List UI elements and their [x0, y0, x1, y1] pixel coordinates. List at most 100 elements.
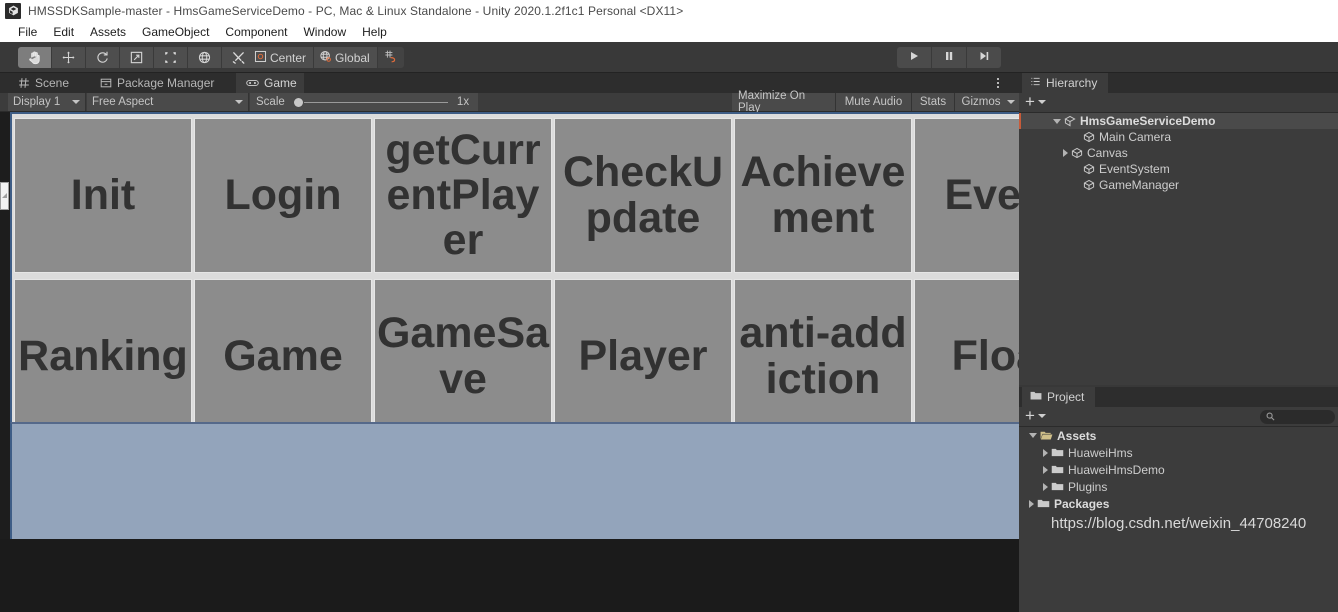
- gameobject-icon: [1083, 163, 1095, 175]
- game-button-checkupdate[interactable]: CheckUpdate: [554, 118, 732, 273]
- hierarchy-item-eventsystem[interactable]: EventSystem: [1019, 161, 1338, 177]
- hierarchy-list-icon: [1030, 76, 1041, 90]
- transform-tools-group: [18, 47, 255, 68]
- tab-project[interactable]: Project: [1022, 387, 1096, 407]
- hierarchy-item-label: HmsGameServiceDemo: [1080, 114, 1216, 128]
- project-item-plugins[interactable]: Plugins: [1019, 478, 1338, 495]
- project-tree[interactable]: Assets HuaweiHms HuaweiHmsDemo Plugins P…: [1019, 427, 1338, 612]
- game-view-scroll-handle[interactable]: [0, 182, 9, 210]
- transform-tool-button[interactable]: [188, 47, 222, 68]
- package-box-icon: [100, 77, 112, 89]
- pivot-center-icon: [254, 50, 267, 66]
- scale-value: 1x: [448, 93, 478, 111]
- chevron-down-icon: [1037, 99, 1046, 104]
- game-button-achievement[interactable]: Achievement: [734, 118, 912, 273]
- display-dropdown-label: Display 1: [13, 96, 61, 108]
- gameobject-icon: [1083, 131, 1095, 143]
- game-button-getcurrentplayer[interactable]: getCurrentPlayer: [374, 118, 552, 273]
- expand-triangle-icon[interactable]: [1029, 433, 1037, 438]
- expand-triangle-icon[interactable]: [1063, 149, 1068, 157]
- wrench-screwdriver-icon: [231, 50, 246, 65]
- move-tool-button[interactable]: [52, 47, 86, 68]
- hierarchy-item-hmsgameservicedemo[interactable]: HmsGameServiceDemo: [1019, 113, 1338, 129]
- menu-item-help[interactable]: Help: [354, 25, 395, 39]
- gizmos-dropdown-button[interactable]: [1003, 93, 1019, 111]
- game-button-anti-addiction[interactable]: anti-addiction: [734, 279, 912, 434]
- tab-hierarchy[interactable]: Hierarchy: [1022, 73, 1109, 93]
- grid-snap-button[interactable]: [377, 47, 404, 68]
- window-title: HMSSDKSample-master - HmsGameServiceDemo…: [28, 3, 684, 18]
- menu-item-window[interactable]: Window: [295, 25, 354, 39]
- menu-item-file[interactable]: File: [10, 25, 45, 39]
- pause-button[interactable]: [932, 47, 967, 68]
- play-button[interactable]: [897, 47, 932, 68]
- game-button-float[interactable]: Float: [914, 279, 1019, 434]
- project-item-label: Packages: [1054, 496, 1110, 511]
- game-canvas-bottom: [10, 422, 1019, 539]
- expand-triangle-icon[interactable]: [1043, 465, 1048, 474]
- expand-triangle-icon[interactable]: [1053, 118, 1061, 124]
- left-dock-tab-bar: Scene Package Manager Game: [0, 73, 1019, 93]
- game-button-gamesave[interactable]: GameSave: [374, 279, 552, 434]
- menu-item-gameobject[interactable]: GameObject: [134, 25, 217, 39]
- tab-package-manager[interactable]: Package Manager: [90, 73, 236, 93]
- demo-button-grid: Init Login getCurrentPlayer CheckUpdate …: [12, 114, 1019, 434]
- maximize-on-play-button[interactable]: Maximize On Play: [732, 90, 836, 114]
- project-search-input[interactable]: [1260, 410, 1335, 424]
- game-button-init[interactable]: Init: [14, 118, 192, 273]
- expand-triangle-icon[interactable]: [1029, 499, 1034, 508]
- menu-item-assets[interactable]: Assets: [82, 25, 134, 39]
- mute-audio-button[interactable]: Mute Audio: [836, 93, 912, 111]
- project-item-huaweihmsdemo[interactable]: HuaweiHmsDemo: [1019, 461, 1338, 478]
- hand-tool-button[interactable]: [18, 47, 52, 68]
- project-tab-bar: Project: [1019, 387, 1338, 407]
- game-button-player[interactable]: Player: [554, 279, 732, 434]
- title-bar: HMSSDKSample-master - HmsGameServiceDemo…: [0, 0, 1338, 21]
- hierarchy-create-button[interactable]: +: [1025, 93, 1046, 110]
- rect-tool-button[interactable]: [154, 47, 188, 68]
- hierarchy-item-label: Main Camera: [1099, 130, 1172, 144]
- tab-scene[interactable]: Scene: [8, 73, 90, 93]
- project-item-label: HuaweiHmsDemo: [1068, 462, 1165, 477]
- project-item-assets[interactable]: Assets: [1019, 427, 1338, 444]
- project-create-button[interactable]: +: [1025, 407, 1046, 424]
- rotate-icon: [95, 50, 110, 65]
- hierarchy-tree[interactable]: HmsGameServiceDemo Main Camera Canvas Ev…: [1019, 113, 1338, 385]
- folder-icon: [1051, 447, 1064, 458]
- menu-item-component[interactable]: Component: [217, 25, 295, 39]
- game-button-event[interactable]: Event: [914, 118, 1019, 273]
- stats-button[interactable]: Stats: [912, 93, 955, 111]
- scale-tool-button[interactable]: [120, 47, 154, 68]
- game-view-render-area[interactable]: Init Login getCurrentPlayer CheckUpdate …: [0, 112, 1019, 539]
- project-item-huaweihms[interactable]: HuaweiHms: [1019, 444, 1338, 461]
- pivot-mode-button[interactable]: Center: [249, 47, 315, 68]
- expand-triangle-icon[interactable]: [1043, 448, 1048, 457]
- tab-game[interactable]: Game: [236, 73, 304, 93]
- rotate-tool-button[interactable]: [86, 47, 120, 68]
- hierarchy-item-gamemanager[interactable]: GameManager: [1019, 177, 1338, 193]
- expand-triangle-icon[interactable]: [1043, 482, 1048, 491]
- scale-slider-handle[interactable]: [294, 98, 303, 107]
- pivot-handle-group: Center Global: [249, 47, 404, 68]
- pivot-mode-label: Center: [270, 50, 307, 65]
- pause-icon: [943, 49, 955, 67]
- hierarchy-toolbar: +: [1019, 93, 1338, 113]
- folder-icon: [1051, 464, 1064, 475]
- menu-item-edit[interactable]: Edit: [45, 25, 82, 39]
- game-button-ranking[interactable]: Ranking: [14, 279, 192, 434]
- folder-icon: [1030, 390, 1042, 404]
- play-controls-group: [897, 47, 1001, 68]
- hierarchy-item-main-camera[interactable]: Main Camera: [1019, 129, 1338, 145]
- scale-slider[interactable]: [292, 93, 456, 111]
- hierarchy-item-canvas[interactable]: Canvas: [1019, 145, 1338, 161]
- step-button[interactable]: [967, 47, 1001, 68]
- display-dropdown[interactable]: Display 1: [8, 93, 86, 111]
- scale-icon: [129, 50, 144, 65]
- more-options-icon[interactable]: [991, 76, 1005, 90]
- game-button-login[interactable]: Login: [194, 118, 372, 273]
- game-button-game[interactable]: Game: [194, 279, 372, 434]
- gizmos-button[interactable]: Gizmos: [955, 93, 1007, 111]
- aspect-dropdown[interactable]: Free Aspect: [87, 93, 249, 111]
- handle-mode-button[interactable]: Global: [314, 47, 378, 68]
- project-item-packages[interactable]: Packages: [1019, 495, 1338, 512]
